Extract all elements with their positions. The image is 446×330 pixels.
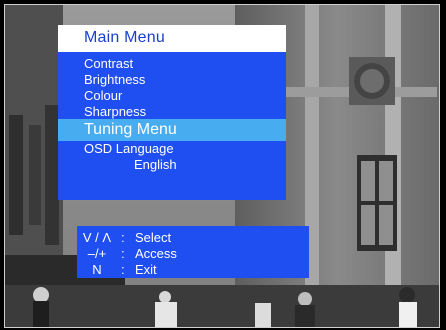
help-separator: : [121, 246, 125, 261]
menu-item-osd-language[interactable]: OSD Language [58, 141, 286, 157]
menu-item-label: Colour [84, 88, 123, 103]
menu-item-colour[interactable]: Colour [58, 88, 286, 104]
menu-item-label: Brightness [84, 72, 146, 87]
menu-item-label: Tuning Menu [84, 121, 177, 138]
access-key-hint: –/+ [87, 246, 107, 261]
osd-language-value[interactable]: English [58, 157, 286, 173]
menu-item-contrast[interactable]: Contrast [58, 56, 286, 72]
menu-item-value: English [134, 157, 177, 172]
menu-item-brightness[interactable]: Brightness [58, 72, 286, 88]
help-separator: : [121, 262, 125, 277]
menu-title: Main Menu [84, 29, 165, 46]
main-menu-panel: Main Menu Contrast Brightness Colour Sha… [58, 25, 286, 200]
exit-key-hint: N [92, 262, 102, 277]
menu-item-tuning-menu[interactable]: Tuning Menu [58, 119, 286, 141]
menu-item-sharpness[interactable]: Sharpness [58, 104, 286, 120]
menu-title-bar: Main Menu [58, 25, 286, 52]
help-action-select: Select [135, 230, 172, 245]
help-panel: V / Λ : Select –/+ : Access N : Exit [77, 226, 309, 278]
help-separator: : [121, 230, 125, 245]
tv-screen: Main Menu Contrast Brightness Colour Sha… [0, 0, 446, 330]
menu-item-label: OSD Language [84, 141, 174, 156]
help-action-access: Access [135, 246, 177, 261]
help-action-exit: Exit [135, 262, 157, 277]
menu-item-label: Sharpness [84, 104, 147, 119]
select-key-hint: V / Λ [82, 230, 112, 245]
menu-item-label: Contrast [84, 56, 134, 71]
